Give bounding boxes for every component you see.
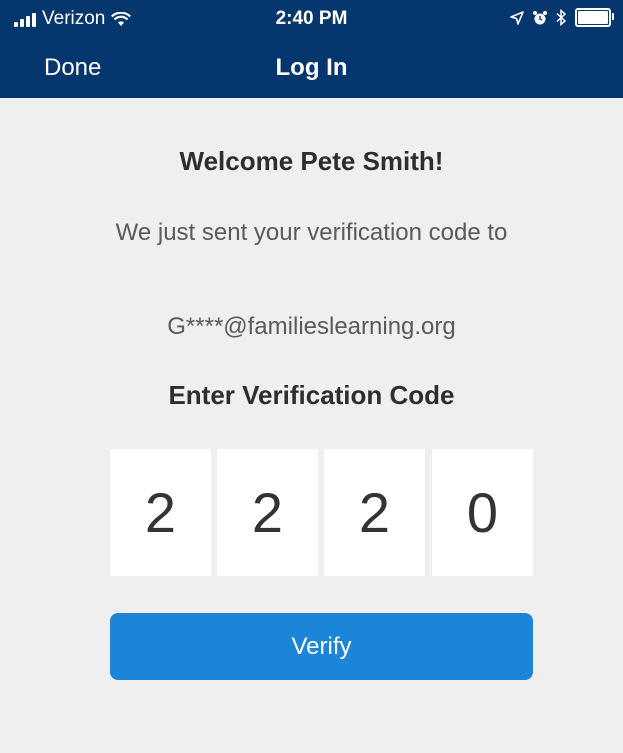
bluetooth-icon [556,9,567,26]
status-right [510,8,614,27]
code-label: Enter Verification Code [168,380,455,410]
battery-icon [575,8,614,27]
code-digit-3[interactable]: 2 [324,449,425,576]
verification-message: We just sent your verification code to [115,219,508,246]
status-bar: Verizon 2:40 PM [0,0,623,38]
location-arrow-icon [510,10,524,25]
masked-email: G****@familieslearning.org [167,313,456,340]
code-digit-2[interactable]: 2 [217,449,318,576]
battery-fill [578,11,608,24]
code-digit-1[interactable]: 2 [110,449,211,576]
nav-bar: Done Log In [0,38,623,98]
welcome-heading: Welcome Pete Smith! [179,146,444,176]
app-header: Verizon 2:40 PM Done Log In [0,0,623,98]
alarm-icon [533,10,547,24]
code-digit-4[interactable]: 0 [432,449,533,576]
verify-button[interactable]: Verify [110,613,533,680]
done-button[interactable]: Done [44,54,101,82]
